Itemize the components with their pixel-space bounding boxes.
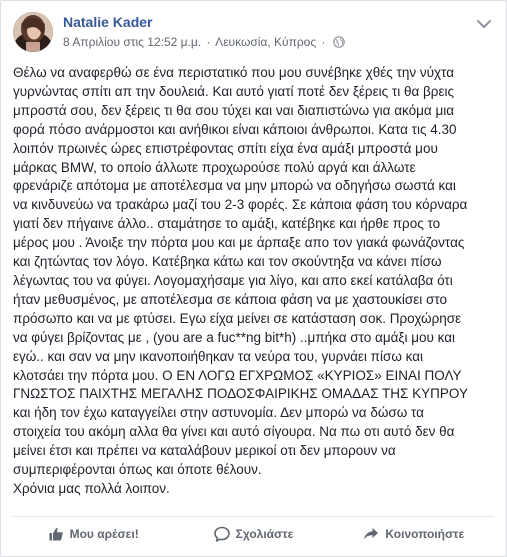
chevron-down-icon[interactable] (476, 15, 492, 28)
like-button[interactable]: Μου αρέσει! (13, 518, 173, 550)
meta-separator: · (206, 35, 211, 49)
post-actions-bar: Μου αρέσει! Σχολιάστε Κοινοποιήστε (13, 518, 494, 550)
share-icon (364, 528, 379, 540)
share-button[interactable]: Κοινοποιήστε (334, 518, 494, 550)
post-location[interactable]: Λευκωσία, Κύπρος (215, 35, 316, 49)
like-button-label: Μου αρέσει! (69, 527, 139, 541)
comment-button[interactable]: Σχολιάστε (173, 518, 333, 550)
meta-separator-2: · (321, 35, 326, 49)
author-name-link[interactable]: Natalie Kader (63, 14, 152, 30)
thumbs-up-icon (49, 527, 63, 541)
comment-icon (213, 526, 230, 542)
author-avatar[interactable] (13, 12, 53, 52)
actions-divider (13, 516, 494, 517)
post-body-text: Θέλω να αναφερθώ σε ένα περιστατικό που … (13, 65, 468, 496)
facebook-post: Natalie Kader 8 Απριλίου στις 12:52 μ.μ.… (0, 0, 507, 557)
globe-icon[interactable] (333, 36, 345, 51)
post-timestamp[interactable]: 8 Απριλίου στις 12:52 μ.μ. (63, 35, 201, 49)
post-meta: 8 Απριλίου στις 12:52 μ.μ. · Λευκωσία, Κ… (63, 35, 345, 51)
avatar-photo (13, 12, 53, 52)
share-button-label: Κοινοποιήστε (385, 527, 465, 541)
comment-button-label: Σχολιάστε (235, 527, 294, 541)
